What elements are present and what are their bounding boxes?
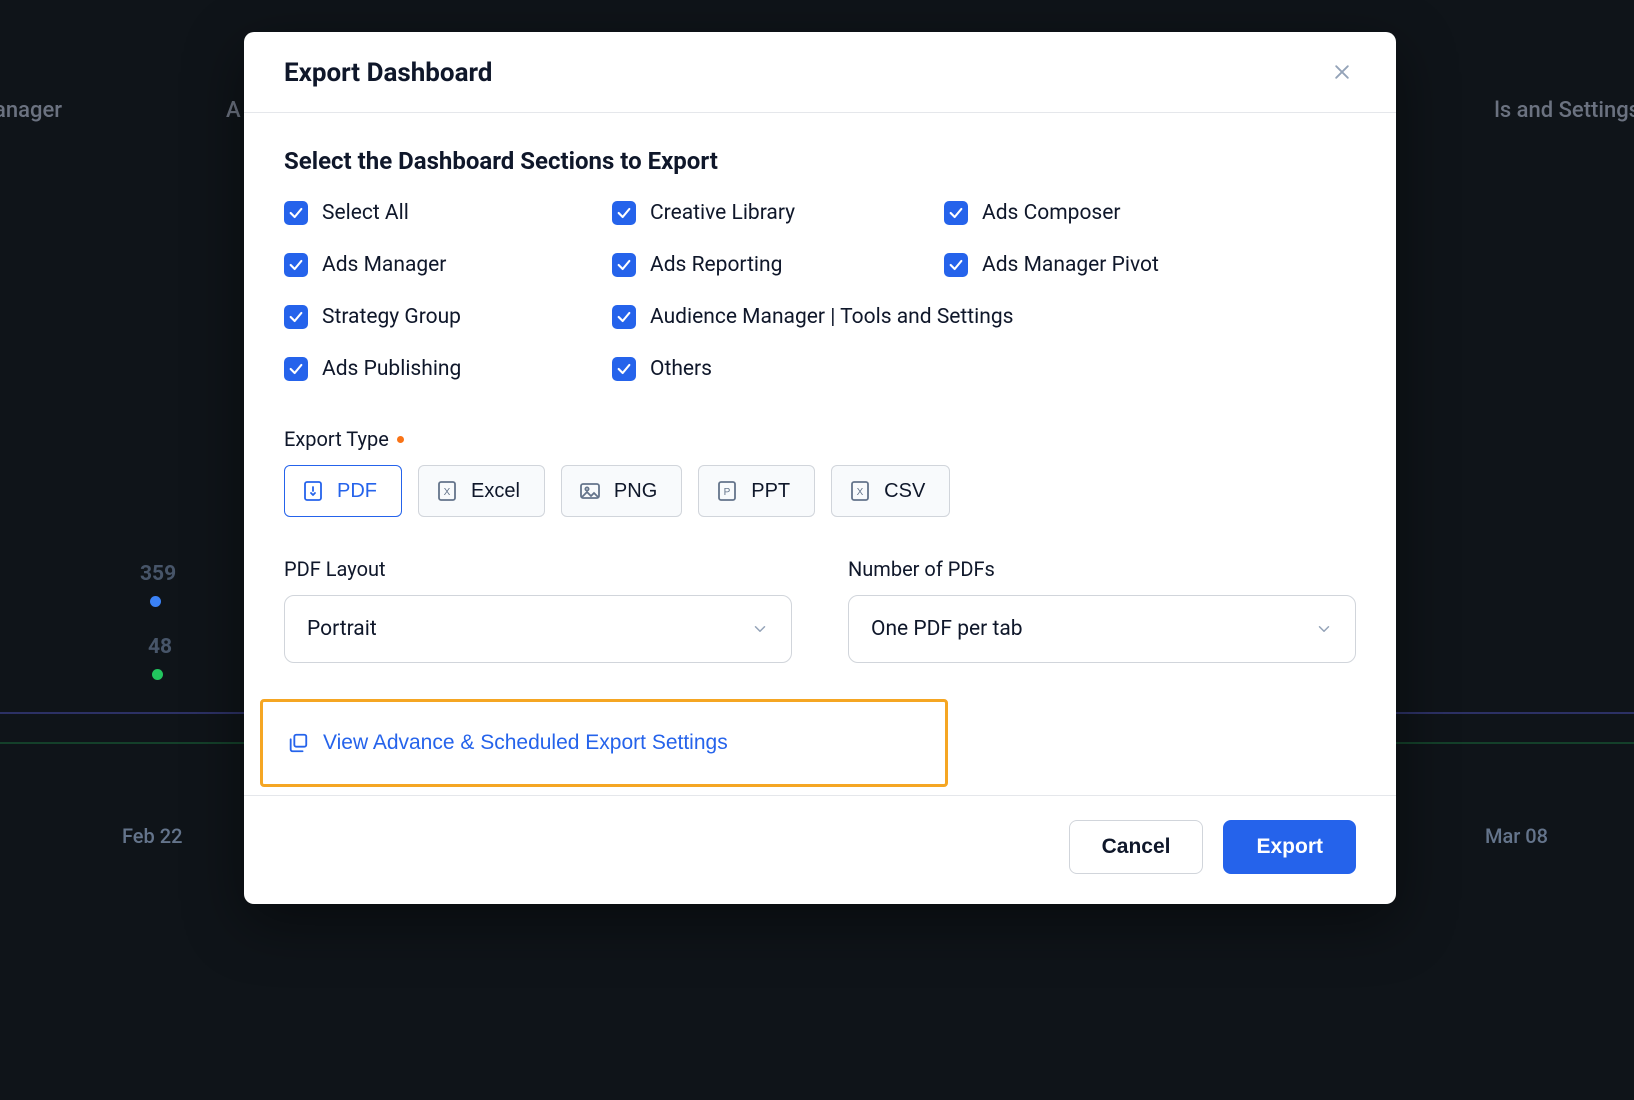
export-type-png[interactable]: PNG — [561, 465, 682, 517]
chevron-down-icon — [1315, 620, 1333, 638]
svg-text:P: P — [724, 487, 731, 498]
checkbox-label: Ads Reporting — [650, 253, 782, 277]
checkbox-icon — [944, 253, 968, 277]
checkbox-label: Ads Composer — [982, 201, 1121, 225]
export-type-pdf[interactable]: PDF — [284, 465, 402, 517]
pdf-layout-field: PDF Layout Portrait — [284, 557, 792, 663]
export-type-csv[interactable]: X CSV — [831, 465, 950, 517]
checkbox-icon — [284, 253, 308, 277]
export-type-row: PDF X Excel PNG P PPT X CSV — [284, 465, 1356, 517]
checkbox-icon — [944, 201, 968, 225]
num-pdfs-select[interactable]: One PDF per tab — [848, 595, 1356, 663]
excel-icon: X — [435, 479, 459, 503]
checkbox-label: Select All — [322, 201, 409, 225]
section-checkbox-ads-manager-pivot[interactable]: Ads Manager Pivot — [944, 253, 1356, 277]
close-button[interactable] — [1328, 59, 1356, 87]
image-icon — [578, 479, 602, 503]
export-type-label: Export Type — [284, 427, 1356, 451]
section-checkbox-ads-manager[interactable]: Ads Manager — [284, 253, 600, 277]
ppt-icon: P — [715, 479, 739, 503]
modal-header: Export Dashboard — [244, 32, 1396, 113]
checkbox-icon — [612, 305, 636, 329]
advanced-settings-highlight: View Advance & Scheduled Export Settings — [260, 699, 948, 787]
num-pdfs-value: One PDF per tab — [871, 617, 1023, 641]
bg-chart-point-359: 359 — [140, 562, 176, 586]
modal-body: Select the Dashboard Sections to Export … — [244, 113, 1396, 787]
view-advanced-settings-link[interactable]: View Advance & Scheduled Export Settings — [287, 731, 728, 755]
section-checkbox-others[interactable]: Others — [612, 357, 932, 381]
pdf-layout-select[interactable]: Portrait — [284, 595, 792, 663]
section-checkbox-creative-library[interactable]: Creative Library — [612, 201, 932, 225]
section-checkbox-select-all[interactable]: Select All — [284, 201, 600, 225]
export-button[interactable]: Export — [1223, 820, 1356, 874]
checkbox-label: Others — [650, 357, 712, 381]
section-checkbox-ads-publishing[interactable]: Ads Publishing — [284, 357, 600, 381]
checkbox-label: Creative Library — [650, 201, 795, 225]
external-settings-icon — [287, 732, 309, 754]
required-indicator-icon — [397, 436, 404, 443]
checkbox-icon — [284, 305, 308, 329]
section-checkbox-ads-reporting[interactable]: Ads Reporting — [612, 253, 932, 277]
export-type-label: CSV — [884, 480, 925, 503]
modal-footer: Cancel Export — [244, 795, 1396, 904]
section-checkbox-audience-manager-tools-and-settings[interactable]: Audience Manager | Tools and Settings — [612, 305, 1356, 329]
svg-text:X: X — [857, 487, 864, 498]
bg-tab-partial-right: ls and Settings — [1494, 98, 1634, 123]
checkbox-icon — [284, 201, 308, 225]
export-type-label: Excel — [471, 480, 520, 503]
bg-tab-partial-left: s Manager — [0, 98, 62, 123]
csv-icon: X — [848, 479, 872, 503]
sections-checkbox-grid: Select All Creative Library Ads Composer Ad… — [284, 201, 1356, 381]
checkbox-label: Ads Manager Pivot — [982, 253, 1159, 277]
modal-title: Export Dashboard — [284, 58, 492, 88]
section-checkbox-strategy-group[interactable]: Strategy Group — [284, 305, 600, 329]
num-pdfs-field: Number of PDFs One PDF per tab — [848, 557, 1356, 663]
checkbox-label: Strategy Group — [322, 305, 461, 329]
bg-tab-partial-a: A — [226, 98, 241, 123]
export-type-label: PNG — [614, 480, 657, 503]
svg-text:X: X — [444, 487, 451, 498]
checkbox-icon — [612, 357, 636, 381]
checkbox-label: Audience Manager | Tools and Settings — [650, 305, 1014, 329]
checkbox-icon — [284, 357, 308, 381]
export-type-ppt[interactable]: P PPT — [698, 465, 815, 517]
export-type-label: PPT — [751, 480, 790, 503]
bg-axis-feb22: Feb 22 — [122, 824, 182, 848]
layout-row: PDF Layout Portrait Number of PDFs One P… — [284, 557, 1356, 663]
checkbox-label: Ads Publishing — [322, 357, 461, 381]
view-advanced-settings-label: View Advance & Scheduled Export Settings — [323, 731, 728, 755]
bg-chart-point-48: 48 — [148, 635, 172, 659]
checkbox-label: Ads Manager — [322, 253, 446, 277]
num-pdfs-label: Number of PDFs — [848, 557, 1356, 581]
pdf-layout-label: PDF Layout — [284, 557, 792, 581]
sections-heading: Select the Dashboard Sections to Export — [284, 147, 1356, 175]
export-type-label: PDF — [337, 480, 377, 503]
bg-axis-mar08: Mar 08 — [1485, 824, 1548, 848]
export-type-excel[interactable]: X Excel — [418, 465, 545, 517]
checkbox-icon — [612, 201, 636, 225]
pdf-layout-value: Portrait — [307, 617, 377, 641]
pdf-icon — [301, 479, 325, 503]
chevron-down-icon — [751, 620, 769, 638]
export-dashboard-modal: Export Dashboard Select the Dashboard Se… — [244, 32, 1396, 904]
checkbox-icon — [612, 253, 636, 277]
export-type-label-text: Export Type — [284, 427, 389, 451]
section-checkbox-ads-composer[interactable]: Ads Composer — [944, 201, 1356, 225]
close-icon — [1332, 62, 1352, 85]
cancel-button[interactable]: Cancel — [1069, 820, 1204, 874]
